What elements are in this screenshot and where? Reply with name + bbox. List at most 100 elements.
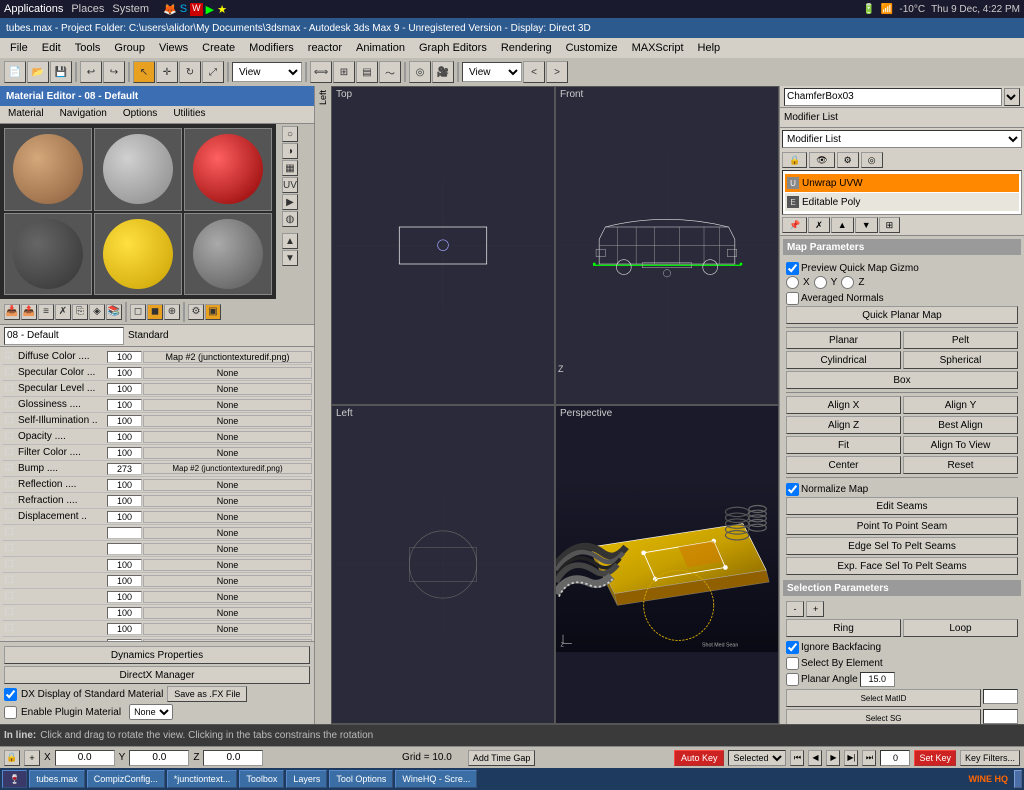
add-time-gap-btn[interactable]: Add Time Gap	[468, 750, 536, 766]
select-by-element-check[interactable]	[786, 657, 799, 670]
menu-tools[interactable]: Tools	[69, 40, 107, 56]
desktop-btn[interactable]	[1014, 770, 1022, 788]
cylindrical-btn[interactable]: Cylindrical	[786, 351, 901, 369]
object-name-input[interactable]	[784, 88, 1002, 106]
prev-frame-btn[interactable]: <	[523, 61, 545, 83]
stack-pin-btn[interactable]: 📌	[782, 217, 807, 233]
plus-btn[interactable]: +	[806, 601, 824, 617]
selection-params-header[interactable]: Selection Parameters	[783, 580, 1021, 596]
prev-frame-key-btn[interactable]: ◀	[808, 750, 822, 766]
task-tubes-max[interactable]: tubes.max	[29, 770, 85, 788]
dx-display-check[interactable]	[4, 688, 17, 701]
move-btn[interactable]: ✛	[156, 61, 178, 83]
material-btn[interactable]: ◎	[409, 61, 431, 83]
menu-edit[interactable]: Edit	[36, 40, 67, 56]
mat-reset-btn[interactable]: ✗	[55, 304, 71, 320]
empty1-val[interactable]	[107, 527, 142, 539]
filter-val[interactable]	[107, 447, 142, 459]
mat-sample-type-btn[interactable]: ○	[282, 126, 298, 142]
frame-input[interactable]	[880, 750, 910, 766]
select-matid-btn[interactable]: Select MatID	[786, 689, 981, 707]
z-coord-input[interactable]	[203, 750, 263, 766]
viewport-top[interactable]: Top	[331, 86, 555, 405]
key-mode-select[interactable]: Selected	[728, 750, 786, 766]
displace-val[interactable]	[107, 511, 142, 523]
radio-z[interactable]	[841, 276, 854, 289]
stack-collapse-btn[interactable]: ⊞	[879, 217, 901, 233]
curve-btn[interactable]: 〜	[379, 61, 401, 83]
align-btn[interactable]: ⊞	[333, 61, 355, 83]
menu-file[interactable]: File	[4, 40, 34, 56]
next-key-btn[interactable]: ⏭	[862, 750, 876, 766]
menu-group[interactable]: Group	[108, 40, 151, 56]
mat-get-btn[interactable]: 📥	[4, 304, 20, 320]
align-z-btn[interactable]: Align Z	[786, 416, 901, 434]
spec-color-val[interactable]	[107, 367, 142, 379]
normalize-map-check[interactable]	[786, 483, 799, 496]
wine-icon[interactable]: W	[190, 3, 203, 16]
mat-show-map-btn[interactable]: ⊕	[164, 304, 180, 320]
mat-copy-btn[interactable]: ⎘	[72, 304, 88, 320]
gloss-val[interactable]	[107, 399, 142, 411]
layer-btn[interactable]: ▤	[356, 61, 378, 83]
align-to-view-btn[interactable]: Align To View	[903, 436, 1018, 454]
preview-quick-check[interactable]	[786, 262, 799, 275]
diffuse-val[interactable]	[107, 351, 142, 363]
mat-unique-btn[interactable]: ◈	[89, 304, 105, 320]
viewport-front[interactable]: Front Z	[555, 86, 779, 405]
material-name-input[interactable]	[4, 327, 124, 345]
menu-rendering[interactable]: Rendering	[495, 40, 558, 56]
menu-graph-editors[interactable]: Graph Editors	[413, 40, 493, 56]
mat-options-btn[interactable]: ▣	[205, 304, 221, 320]
extra3-val[interactable]	[107, 591, 142, 603]
task-compiz[interactable]: CompizConfig...	[87, 770, 165, 788]
dynamics-properties-btn[interactable]: Dynamics Properties	[4, 646, 310, 664]
task-toolbox[interactable]: Toolbox	[239, 770, 284, 788]
mat-background-btn[interactable]: ▦	[282, 160, 298, 176]
plugin-dropdown[interactable]: None	[129, 704, 173, 720]
tab-material[interactable]: Material	[0, 106, 52, 123]
bump-val[interactable]	[107, 463, 142, 475]
extra2-val[interactable]	[107, 575, 142, 587]
start-btn[interactable]: 🍷	[2, 770, 27, 788]
mat-view-sphere-btn[interactable]: ◍	[282, 211, 298, 227]
align-x-btn[interactable]: Align X	[786, 396, 901, 414]
mod-active-btn[interactable]: ◎	[861, 152, 883, 168]
mat-uv-btn[interactable]: UV	[282, 177, 298, 193]
save-fx-btn[interactable]: Save as .FX File	[167, 686, 247, 702]
menu-animation[interactable]: Animation	[350, 40, 411, 56]
save-btn[interactable]: 💾	[50, 61, 72, 83]
map-params-header[interactable]: Map Parameters	[783, 239, 1021, 255]
align-y-btn[interactable]: Align Y	[903, 396, 1018, 414]
planar-angle-check[interactable]	[786, 673, 799, 686]
sphere-3[interactable]	[4, 213, 92, 296]
extra4-val[interactable]	[107, 607, 142, 619]
refract-val[interactable]	[107, 495, 142, 507]
mat-show-bg-btn[interactable]: ◼	[147, 304, 163, 320]
mat-scroll-up-btn[interactable]: ▲	[282, 233, 298, 249]
mat-backlight-btn[interactable]: ◑	[282, 143, 298, 159]
fit-btn[interactable]: Fit	[786, 436, 901, 454]
edit-seams-btn[interactable]: Edit Seams	[786, 497, 1018, 515]
mod-lock-btn[interactable]: 🔒	[782, 152, 807, 168]
sphere-4[interactable]	[94, 213, 182, 296]
redo-btn[interactable]: ↪	[103, 61, 125, 83]
applications-menu[interactable]: Applications	[4, 3, 63, 15]
stack-move-up-btn[interactable]: ▲	[831, 217, 854, 233]
system-menu[interactable]: System	[112, 3, 149, 15]
modifier-list-dropdown[interactable]: Modifier List	[782, 130, 1022, 148]
tab-options[interactable]: Options	[115, 106, 165, 123]
sphere-1[interactable]	[94, 128, 182, 211]
places-menu[interactable]: Places	[71, 3, 104, 15]
scale-btn[interactable]: ⤢	[202, 61, 224, 83]
directx-manager-btn[interactable]: DirectX Manager	[4, 666, 310, 684]
mat-param-btn[interactable]: ⚙	[188, 304, 204, 320]
averaged-normals-check[interactable]	[786, 292, 799, 305]
center-btn[interactable]: Center	[786, 456, 901, 474]
task-tool-options[interactable]: Tool Options	[329, 770, 393, 788]
ring-btn[interactable]: Ring	[786, 619, 901, 637]
tab-navigation[interactable]: Navigation	[52, 106, 115, 123]
sg-input[interactable]	[983, 709, 1018, 724]
view-select[interactable]: View	[462, 62, 522, 82]
auto-key-btn[interactable]: Auto Key	[674, 750, 725, 766]
